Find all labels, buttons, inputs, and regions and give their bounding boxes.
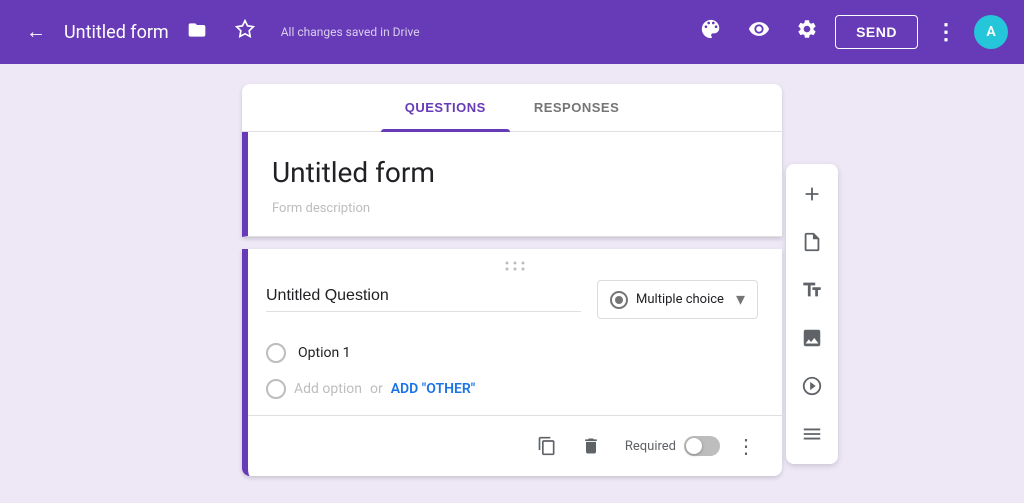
main-content: QUESTIONS RESPONSES Untitled form Form d… bbox=[0, 64, 1024, 503]
type-label: Multiple choice bbox=[636, 292, 724, 307]
settings-button[interactable] bbox=[787, 12, 827, 52]
tab-responses[interactable]: RESPONSES bbox=[510, 84, 643, 131]
form-title-display[interactable]: Untitled form bbox=[272, 156, 758, 189]
form-title-nav: Untitled form bbox=[64, 22, 169, 43]
preview-icon bbox=[748, 18, 770, 46]
add-image-button[interactable] bbox=[790, 316, 834, 360]
top-navigation: ← Untitled form All changes saved in Dri… bbox=[0, 0, 1024, 64]
add-option-or: or bbox=[370, 381, 383, 397]
type-radio-icon bbox=[610, 291, 628, 309]
add-other-link[interactable]: ADD "OTHER" bbox=[391, 381, 476, 397]
question-body: Multiple choice ▾ Option 1 Add option or… bbox=[248, 280, 782, 399]
nav-left: ← Untitled form All changes saved in Dri… bbox=[16, 12, 683, 52]
add-option-text[interactable]: Add option bbox=[294, 381, 362, 397]
form-header: Untitled form Form description bbox=[242, 132, 782, 237]
question-top: Multiple choice ▾ bbox=[266, 280, 758, 319]
avatar[interactable]: A bbox=[974, 15, 1008, 49]
folder-icon bbox=[187, 20, 207, 45]
save-status: All changes saved in Drive bbox=[281, 25, 420, 39]
settings-icon bbox=[796, 18, 818, 46]
add-video-button[interactable] bbox=[790, 364, 834, 408]
palette-icon bbox=[700, 18, 722, 46]
star-icon bbox=[235, 19, 255, 45]
type-selector[interactable]: Multiple choice ▾ bbox=[597, 280, 758, 319]
preview-button[interactable] bbox=[739, 12, 779, 52]
more-options-button[interactable]: ⋮ bbox=[926, 12, 966, 52]
question-more-icon: ⋮ bbox=[736, 434, 756, 459]
back-icon: ← bbox=[26, 21, 46, 44]
star-button[interactable] bbox=[225, 12, 265, 52]
question-card: Multiple choice ▾ Option 1 Add option or… bbox=[242, 249, 782, 476]
tabs-row: QUESTIONS RESPONSES bbox=[242, 84, 782, 132]
tabs-card: QUESTIONS RESPONSES Untitled form Form d… bbox=[242, 84, 782, 237]
add-option-row: Add option or ADD "OTHER" bbox=[266, 379, 758, 399]
add-section-button[interactable] bbox=[790, 412, 834, 456]
form-container: QUESTIONS RESPONSES Untitled form Form d… bbox=[242, 84, 782, 483]
palette-button[interactable] bbox=[691, 12, 731, 52]
side-toolbar bbox=[786, 164, 838, 464]
required-toggle[interactable] bbox=[684, 436, 720, 456]
tab-questions[interactable]: QUESTIONS bbox=[381, 84, 510, 131]
option-row: Option 1 bbox=[266, 339, 758, 367]
add-option-radio bbox=[266, 379, 286, 399]
add-title-button[interactable] bbox=[790, 220, 834, 264]
question-footer: Required ⋮ bbox=[248, 415, 782, 476]
question-more-button[interactable]: ⋮ bbox=[728, 428, 764, 464]
drag-handle[interactable] bbox=[248, 249, 782, 280]
copy-button[interactable] bbox=[529, 428, 565, 464]
folder-button[interactable] bbox=[177, 12, 217, 52]
more-icon: ⋮ bbox=[935, 19, 957, 45]
delete-button[interactable] bbox=[573, 428, 609, 464]
add-text-button[interactable] bbox=[790, 268, 834, 312]
nav-right: SEND ⋮ A bbox=[691, 12, 1008, 52]
back-button[interactable]: ← bbox=[16, 12, 56, 52]
question-title-input[interactable] bbox=[266, 287, 581, 312]
option-radio-1 bbox=[266, 343, 286, 363]
form-description-placeholder[interactable]: Form description bbox=[272, 201, 758, 216]
required-label: Required bbox=[625, 439, 676, 454]
send-button[interactable]: SEND bbox=[835, 15, 918, 49]
option-text-1[interactable]: Option 1 bbox=[298, 345, 351, 361]
add-question-button[interactable] bbox=[790, 172, 834, 216]
chevron-down-icon: ▾ bbox=[736, 289, 745, 310]
